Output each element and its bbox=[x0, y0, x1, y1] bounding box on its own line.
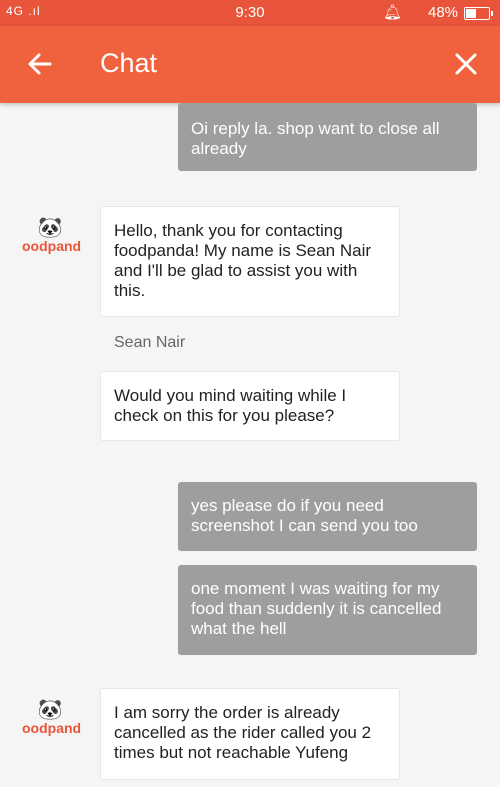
battery-percent: 48% bbox=[428, 4, 459, 21]
battery-icon bbox=[464, 7, 493, 20]
agent-avatar: 🐼 oodpand bbox=[22, 699, 82, 736]
message-incoming: I am sorry the order is already cancelle… bbox=[100, 688, 400, 780]
arrow-left-icon[interactable] bbox=[22, 46, 58, 82]
foodpanda-logo: oodpand bbox=[22, 238, 82, 254]
close-icon[interactable] bbox=[448, 46, 484, 82]
status-bar: 4G .ıl 9:30 🔔︎ 48% bbox=[0, 0, 500, 26]
panda-icon: 🐼 bbox=[37, 699, 63, 721]
foodpanda-logo: oodpand bbox=[22, 720, 82, 736]
agent-name: Sean Nair bbox=[114, 334, 186, 351]
message-outgoing: yes please do if you need screenshot I c… bbox=[178, 482, 477, 551]
status-time: 9:30 bbox=[235, 4, 265, 21]
chat-thread[interactable]: Oi reply la. shop want to close all alre… bbox=[0, 103, 500, 787]
app-bar: Chat bbox=[0, 26, 500, 103]
message-outgoing: one moment I was waiting for my food tha… bbox=[178, 565, 477, 655]
alarm-icon: 🔔︎ bbox=[383, 4, 403, 21]
message-incoming: Hello, thank you for contacting foodpand… bbox=[100, 206, 400, 317]
battery-fill bbox=[466, 9, 476, 18]
message-incoming: Would you mind waiting while I check on … bbox=[100, 371, 400, 441]
page-title: Chat bbox=[100, 48, 158, 78]
agent-avatar: 🐼 oodpand bbox=[22, 217, 82, 254]
message-outgoing: Oi reply la. shop want to close all alre… bbox=[178, 103, 477, 171]
panda-icon: 🐼 bbox=[37, 217, 63, 239]
